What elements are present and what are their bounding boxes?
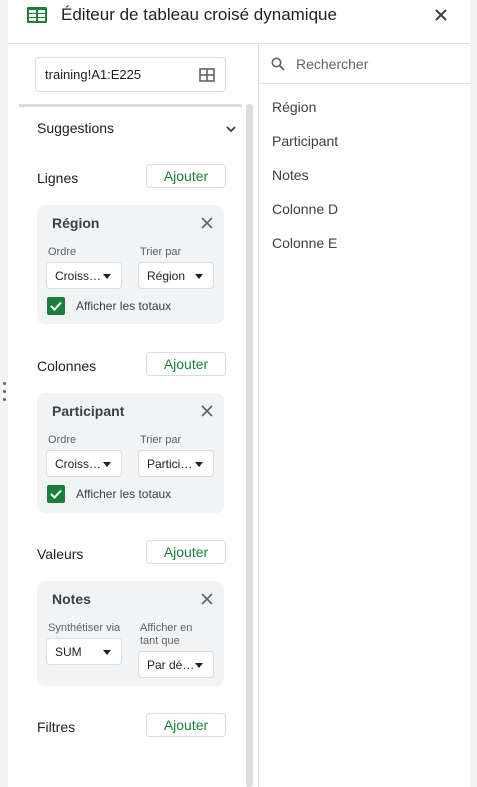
sort-by-dropdown[interactable]: Région bbox=[138, 262, 214, 289]
summarize-by-dropdown[interactable]: SUM bbox=[46, 638, 122, 665]
show-as-label: Afficher en tant que bbox=[140, 622, 193, 647]
divider bbox=[19, 104, 242, 107]
field-item[interactable]: Colonne D bbox=[272, 201, 338, 217]
row-field-card: Région Ordre Trier par Croiss… Région Af… bbox=[37, 205, 224, 324]
dropdown-arrow-icon bbox=[195, 274, 203, 279]
pivot-editor-panel: Éditeur de tableau croisé dynamique trai… bbox=[8, 0, 471, 787]
chevron-down-icon[interactable] bbox=[225, 124, 237, 134]
field-search-bar bbox=[259, 44, 471, 84]
field-item[interactable]: Région bbox=[272, 99, 316, 115]
panel-header: Éditeur de tableau croisé dynamique bbox=[8, 0, 470, 44]
show-totals-label: Afficher les totaux bbox=[76, 299, 172, 313]
add-filter-button[interactable]: Ajouter bbox=[146, 713, 226, 737]
sheets-logo-icon bbox=[27, 7, 47, 23]
order-value: Croiss… bbox=[55, 457, 101, 471]
add-row-button[interactable]: Ajouter bbox=[146, 164, 226, 188]
filters-section-label: Filtres bbox=[37, 719, 76, 735]
show-as-value: Par dé… bbox=[147, 658, 193, 672]
dropdown-arrow-icon bbox=[103, 650, 111, 655]
order-value: Croiss… bbox=[55, 269, 101, 283]
data-range-field[interactable]: training!A1:E225 bbox=[35, 57, 226, 92]
field-item[interactable]: Participant bbox=[272, 133, 338, 149]
show-as-dropdown[interactable]: Par dé… bbox=[138, 651, 214, 678]
show-totals-label: Afficher les totaux bbox=[76, 487, 172, 501]
field-item[interactable]: Colonne E bbox=[272, 235, 337, 251]
checkmark-icon bbox=[50, 301, 62, 311]
value-field-title: Notes bbox=[52, 591, 91, 607]
values-section-label: Valeurs bbox=[37, 546, 84, 562]
grid-select-icon[interactable] bbox=[199, 68, 215, 82]
field-item[interactable]: Notes bbox=[272, 167, 309, 183]
dropdown-arrow-icon bbox=[195, 663, 203, 668]
close-icon[interactable] bbox=[432, 6, 450, 24]
rows-section-label: Lignes bbox=[37, 170, 79, 186]
sort-by-dropdown[interactable]: Partici… bbox=[138, 450, 214, 477]
dropdown-arrow-icon bbox=[103, 462, 111, 467]
value-field-card: Notes Synthétiser via Afficher en tant q… bbox=[37, 581, 224, 686]
scrollbar[interactable] bbox=[246, 104, 253, 787]
close-icon[interactable] bbox=[200, 216, 214, 230]
close-icon[interactable] bbox=[200, 592, 214, 606]
show-totals-checkbox[interactable] bbox=[47, 297, 65, 315]
add-column-button[interactable]: Ajouter bbox=[146, 352, 226, 376]
panel-title: Éditeur de tableau croisé dynamique bbox=[61, 5, 337, 24]
column-field-card: Participant Ordre Trier par Croiss… Part… bbox=[37, 393, 224, 513]
show-totals-checkbox[interactable] bbox=[47, 485, 65, 503]
columns-section-label: Colonnes bbox=[37, 358, 97, 374]
more-vert-icon[interactable] bbox=[3, 382, 7, 404]
summarize-by-label: Synthétiser via bbox=[48, 622, 121, 634]
suggestions-label[interactable]: Suggestions bbox=[37, 120, 114, 136]
dropdown-arrow-icon bbox=[103, 274, 111, 279]
add-value-button[interactable]: Ajouter bbox=[146, 540, 226, 564]
checkmark-icon bbox=[50, 489, 62, 499]
summarize-by-value: SUM bbox=[55, 645, 82, 659]
data-range-value: training!A1:E225 bbox=[45, 67, 142, 82]
column-field-title: Participant bbox=[52, 403, 125, 419]
close-icon[interactable] bbox=[200, 404, 214, 418]
order-label: Ordre bbox=[48, 434, 77, 446]
field-list-column: Région Participant Notes Colonne D Colon… bbox=[258, 44, 471, 787]
order-dropdown[interactable]: Croiss… bbox=[46, 450, 122, 477]
row-field-title: Région bbox=[52, 215, 100, 231]
pivot-config-column: training!A1:E225 Suggestions Lignes Ajou… bbox=[8, 44, 258, 787]
dropdown-arrow-icon bbox=[195, 462, 203, 467]
sort-by-label: Trier par bbox=[140, 434, 182, 446]
sort-by-value: Partici… bbox=[147, 457, 193, 471]
order-label: Ordre bbox=[48, 246, 77, 258]
sort-by-value: Région bbox=[147, 269, 186, 283]
order-dropdown[interactable]: Croiss… bbox=[46, 262, 122, 289]
search-icon bbox=[271, 57, 285, 71]
sort-by-label: Trier par bbox=[140, 246, 182, 258]
field-search-input[interactable] bbox=[296, 53, 464, 75]
